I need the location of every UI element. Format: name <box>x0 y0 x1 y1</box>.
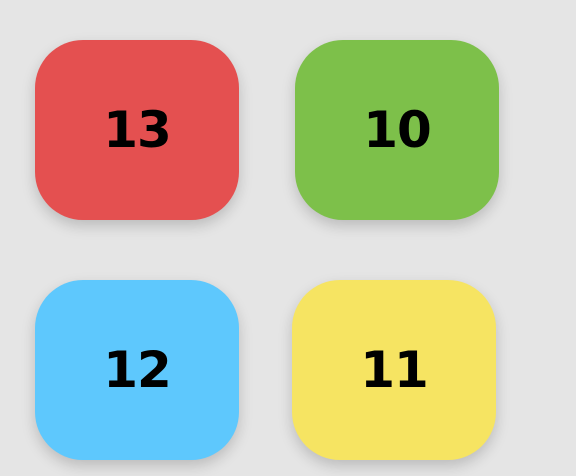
tile-number: 11 <box>360 341 429 399</box>
tile-number: 12 <box>103 341 172 399</box>
game-board: 13 10 12 11 <box>0 0 576 476</box>
tile-red[interactable]: 13 <box>35 40 239 220</box>
tile-green[interactable]: 10 <box>295 40 499 220</box>
tile-yellow[interactable]: 11 <box>292 280 496 460</box>
tile-blue[interactable]: 12 <box>35 280 239 460</box>
tile-number: 13 <box>103 101 172 159</box>
tile-number: 10 <box>363 101 432 159</box>
